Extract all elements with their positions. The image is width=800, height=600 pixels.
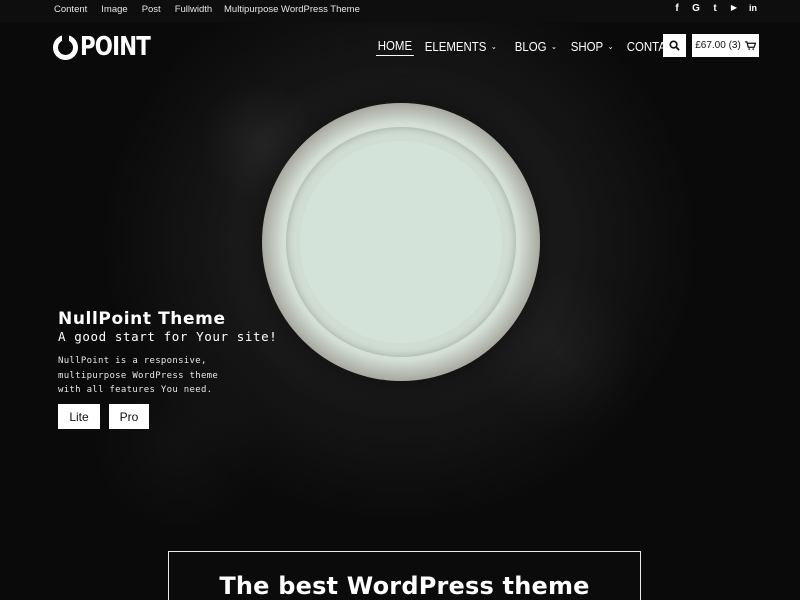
social-icons: f G t ▶ in: [672, 3, 758, 14]
linkedin-icon[interactable]: in: [748, 3, 758, 14]
logo-mark-icon: [53, 34, 78, 60]
site-tagline: Multipurpose WordPress Theme: [224, 4, 360, 15]
hero-buttons: Lite Pro: [58, 404, 149, 429]
cart-total: £67.00 (3): [695, 40, 741, 51]
top-link-content[interactable]: Content: [54, 4, 87, 15]
chevron-down-icon: ⌄: [550, 41, 557, 51]
nav-item-label: ELEMENTS: [424, 38, 487, 54]
section-heading: The best WordPress theme: [219, 572, 590, 600]
google-icon[interactable]: G: [691, 3, 701, 14]
chevron-down-icon: ⌄: [490, 41, 497, 51]
top-links: Content Image Post Fullwidth: [54, 4, 212, 15]
facebook-icon[interactable]: f: [672, 3, 682, 14]
nav-item-blog[interactable]: BLOG ⌄: [513, 37, 559, 56]
main-nav: HOME ELEMENTS ⌄ BLOG ⌄ SHOP ⌄ CONTACT: [376, 36, 685, 56]
search-icon: [669, 40, 680, 51]
site-logo[interactable]: POINT: [53, 32, 165, 62]
lite-button[interactable]: Lite: [58, 404, 100, 429]
nav-item-label: BLOG: [514, 38, 547, 54]
top-link-image[interactable]: Image: [101, 4, 127, 15]
nav-item-label: SHOP: [570, 38, 603, 54]
top-link-post[interactable]: Post: [142, 4, 161, 15]
hero-title: NullPoint Theme: [58, 309, 226, 329]
chevron-down-icon: ⌄: [607, 41, 614, 51]
twitter-icon[interactable]: t: [710, 3, 720, 14]
nav-item-home[interactable]: HOME: [376, 36, 414, 56]
top-link-fullwidth[interactable]: Fullwidth: [175, 4, 213, 15]
cart-button[interactable]: £67.00 (3): [692, 34, 759, 57]
hero-subtitle: A good start for Your site!: [58, 329, 278, 344]
feature-box: The best WordPress theme: [168, 551, 641, 600]
nav-item-label: HOME: [377, 38, 413, 53]
nav-item-shop[interactable]: SHOP ⌄: [569, 37, 615, 56]
search-button[interactable]: [663, 34, 686, 57]
pro-button[interactable]: Pro: [109, 404, 149, 429]
nav-item-elements[interactable]: ELEMENTS ⌄: [423, 37, 498, 56]
hero-description: NullPoint is a responsive, multipurpose …: [58, 356, 219, 395]
logo-text: POINT: [80, 32, 151, 62]
youtube-icon[interactable]: ▶: [729, 3, 739, 14]
top-bar: Content Image Post Fullwidth Multipurpos…: [0, 0, 800, 22]
hero-plate-image: [262, 103, 540, 381]
cart-icon: [744, 41, 756, 50]
